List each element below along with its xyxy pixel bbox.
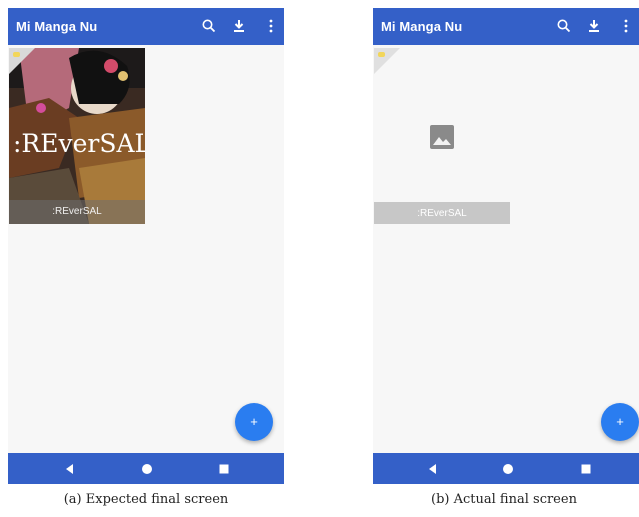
manga-title-label: :REverSAL <box>9 200 145 224</box>
manga-title-label: :REverSAL <box>374 202 510 224</box>
back-icon[interactable] <box>426 462 440 476</box>
caption-actual: (b) Actual final screen <box>431 492 577 507</box>
recents-icon[interactable] <box>217 462 231 476</box>
library-grid: :REverSAL :REverSAL <box>8 45 284 453</box>
more-vert-icon[interactable] <box>621 17 631 35</box>
add-fab-button[interactable]: + <box>601 403 639 441</box>
caption-expected: (a) Expected final screen <box>63 492 229 507</box>
expected-screen: Mi Manga Nu:REverSAL:REverSAL + <box>8 8 284 484</box>
download-icon[interactable] <box>585 17 603 35</box>
image-placeholder-icon <box>430 125 454 149</box>
home-icon[interactable] <box>140 462 154 476</box>
more-vert-icon[interactable] <box>266 17 276 35</box>
recents-icon[interactable] <box>579 462 593 476</box>
actual-screen: Mi Manga Nu :REverSAL + <box>373 8 639 484</box>
badge-dot <box>378 52 385 57</box>
search-icon[interactable] <box>555 17 573 35</box>
system-nav-bar <box>373 453 639 484</box>
app-title: Mi Manga Nu <box>381 19 463 34</box>
back-icon[interactable] <box>63 462 77 476</box>
app-bar: Mi Manga Nu <box>373 8 639 45</box>
cover-title-text: :REverSAL <box>13 129 145 158</box>
search-icon[interactable] <box>200 17 218 35</box>
add-fab-button[interactable]: + <box>235 403 273 441</box>
manga-cover-image: :REverSAL <box>9 48 145 224</box>
app-title: Mi Manga Nu <box>16 19 98 34</box>
app-bar: Mi Manga Nu <box>8 8 284 45</box>
system-nav-bar <box>8 453 284 484</box>
download-icon[interactable] <box>230 17 248 35</box>
home-icon[interactable] <box>501 462 515 476</box>
manga-card[interactable]: :REverSAL :REverSAL <box>9 48 145 224</box>
manga-card[interactable]: :REverSAL <box>374 48 510 224</box>
library-grid: :REverSAL <box>373 45 639 453</box>
badge-dot <box>13 52 20 57</box>
